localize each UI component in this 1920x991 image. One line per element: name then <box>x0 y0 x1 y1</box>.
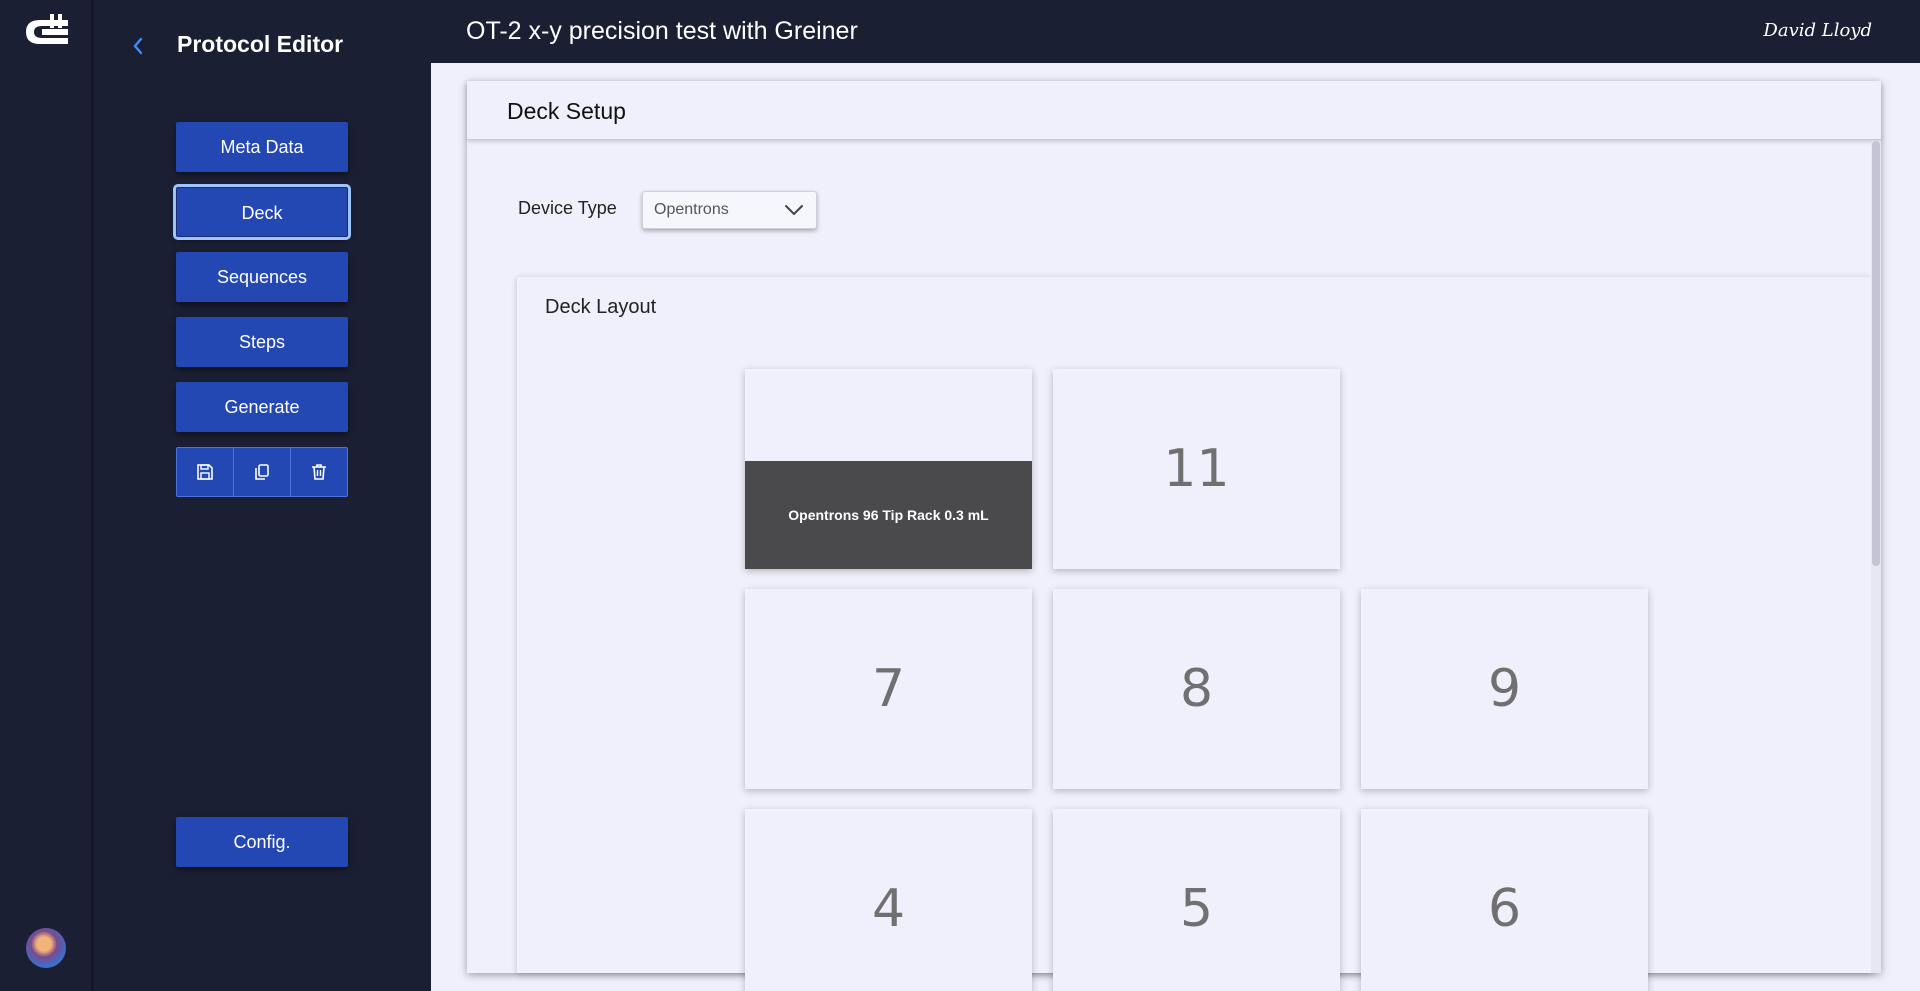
top-bar: OT-2 x-y precision test with Greiner Dav… <box>431 0 1920 63</box>
chevron-left-icon[interactable] <box>127 30 149 60</box>
vertical-scrollbar[interactable] <box>1871 141 1881 973</box>
deck-slot-8[interactable]: 8 <box>1053 589 1340 789</box>
protocol-title: OT-2 x-y precision test with Greiner <box>466 17 858 45</box>
meta-data-button[interactable]: Meta Data <box>176 122 348 172</box>
slot-number: 11 <box>1163 439 1230 499</box>
chevron-down-icon <box>784 202 804 218</box>
labware-tile[interactable]: Opentrons 96 Tip Rack 0.3 mL <box>745 461 1032 569</box>
device-type-value: Opentrons <box>654 201 729 218</box>
protocol-nav-panel: Protocol Editor Meta Data Deck Sequences… <box>97 0 431 991</box>
deck-setup-card: Deck Setup Device Type Opentrons Deck La… <box>467 81 1881 991</box>
slot-number: 4 <box>871 879 906 939</box>
scrollbar-thumb[interactable] <box>1872 141 1880 566</box>
protocol-actions-toolbar <box>176 447 348 497</box>
deck-layout-panel: Deck Layout Opentrons 96 Tip Rack 0.3 mL… <box>517 277 1871 991</box>
save-icon[interactable] <box>177 448 234 496</box>
slot-number: 7 <box>871 659 906 719</box>
icon-rail <box>0 0 94 991</box>
labware-name: Opentrons 96 Tip Rack 0.3 mL <box>788 507 989 523</box>
user-avatar[interactable] <box>26 928 66 968</box>
deck-setup-title: Deck Setup <box>507 98 626 124</box>
deck-slot-9[interactable]: 9 <box>1361 589 1648 789</box>
device-type-select[interactable]: Opentrons <box>642 191 817 229</box>
deck-slot-6[interactable]: 6 <box>1361 809 1648 991</box>
config-button[interactable]: Config. <box>176 817 348 867</box>
app-logo-icon[interactable] <box>20 14 72 50</box>
deck-slot-11[interactable]: 11 <box>1053 369 1340 569</box>
deck-slot-5[interactable]: 5 <box>1053 809 1340 991</box>
card-header: Deck Setup <box>467 81 1881 140</box>
nav-title: Protocol Editor <box>177 31 344 57</box>
slot-number: 9 <box>1487 659 1522 719</box>
slot-number: 5 <box>1179 879 1214 939</box>
user-signature: David Lloyd <box>1763 20 1872 41</box>
slot-number: 6 <box>1487 879 1522 939</box>
deck-slot-10[interactable]: Opentrons 96 Tip Rack 0.3 mL <box>745 369 1032 569</box>
deck-button[interactable]: Deck <box>173 184 351 240</box>
slot-number: 8 <box>1179 659 1214 719</box>
deck-slot-7[interactable]: 7 <box>745 589 1032 789</box>
device-type-label: Device Type <box>518 198 617 218</box>
generate-button[interactable]: Generate <box>176 382 348 432</box>
copy-icon[interactable] <box>234 448 291 496</box>
deck-layout-title: Deck Layout <box>545 296 657 318</box>
steps-button[interactable]: Steps <box>176 317 348 367</box>
trash-icon[interactable] <box>291 448 347 496</box>
deck-slot-4[interactable]: 4 <box>745 809 1032 991</box>
sequences-button[interactable]: Sequences <box>176 252 348 302</box>
main-content: Deck Setup Device Type Opentrons Deck La… <box>431 63 1920 991</box>
